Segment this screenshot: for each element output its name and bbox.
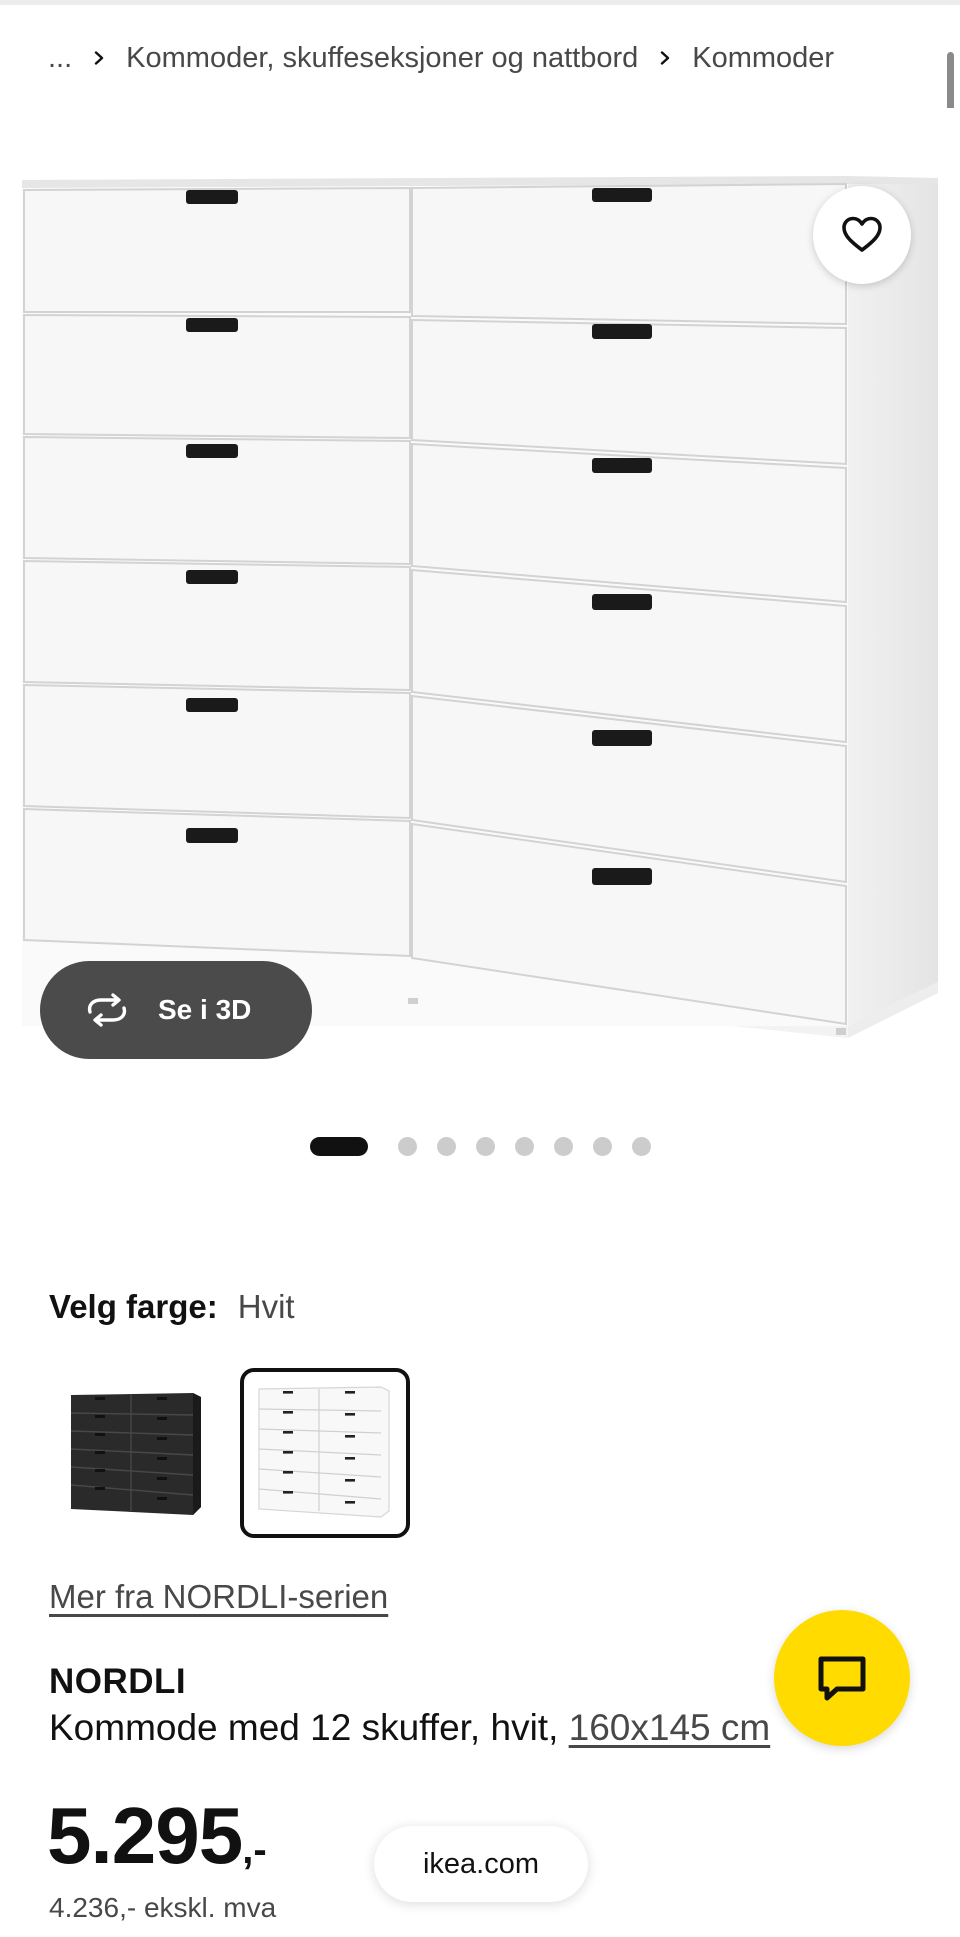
breadcrumb-ellipsis[interactable]: ... — [48, 42, 72, 75]
gallery-dot[interactable] — [397, 1136, 417, 1156]
gallery-dot[interactable] — [631, 1136, 651, 1156]
breadcrumb-item-category[interactable]: Kommoder, skuffeseksjoner og nattbord — [126, 42, 638, 75]
product-price: 5.295 ,- — [47, 1790, 267, 1882]
breadcrumb-item-current[interactable]: Kommoder — [692, 42, 834, 75]
gallery-dot[interactable] — [475, 1136, 495, 1156]
chat-button[interactable] — [774, 1610, 910, 1746]
product-image — [22, 176, 938, 1038]
breadcrumb: ... Kommoder, skuffeseksjoner og nattbor… — [48, 38, 834, 78]
series-link[interactable]: Mer fra NORDLI-serien — [49, 1578, 388, 1616]
gallery-dot[interactable] — [553, 1136, 573, 1156]
favorite-button[interactable] — [813, 186, 911, 284]
color-swatch-black[interactable] — [50, 1368, 220, 1538]
chevron-right-icon — [72, 51, 126, 65]
product-description-text: Kommode med 12 skuffer, hvit, — [49, 1707, 569, 1748]
url-text: ikea.com — [422, 1847, 540, 1880]
gallery-dot[interactable] — [592, 1136, 612, 1156]
browser-url-pill[interactable]: ikea.com — [374, 1826, 588, 1902]
gallery-dot[interactable] — [436, 1136, 456, 1156]
chat-bubble-icon — [818, 1656, 866, 1701]
price-ex-vat: 4.236,- ekskl. mva — [49, 1892, 277, 1923]
color-selector-heading: Velg farge: Hvit — [49, 1288, 295, 1326]
product-gallery[interactable] — [0, 108, 960, 1098]
view-3d-button[interactable]: Se i 3D — [40, 961, 312, 1059]
price-amount: 5.295 — [47, 1791, 243, 1880]
gallery-dot-active[interactable] — [309, 1136, 368, 1156]
product-description: Kommode med 12 skuffer, hvit, 160x145 cm — [49, 1707, 770, 1749]
product-name: NORDLI — [49, 1662, 187, 1701]
view-3d-label: Se i 3D — [158, 994, 252, 1025]
gallery-dot[interactable] — [514, 1136, 534, 1156]
swatch-thumbnail-black — [70, 1393, 201, 1515]
heart-icon — [842, 216, 882, 252]
product-dimensions-link[interactable]: 160x145 cm — [569, 1707, 771, 1748]
swatch-thumbnail-white — [258, 1386, 390, 1518]
color-value: Hvit — [237, 1288, 295, 1325]
chevron-right-icon — [638, 51, 692, 65]
top-divider — [0, 0, 960, 5]
gallery-pagination — [0, 1135, 960, 1157]
rotate-arrows-icon — [87, 993, 127, 1027]
color-swatch-white[interactable] — [240, 1368, 410, 1538]
color-label: Velg farge: — [49, 1288, 218, 1325]
price-suffix: ,- — [242, 1828, 267, 1872]
